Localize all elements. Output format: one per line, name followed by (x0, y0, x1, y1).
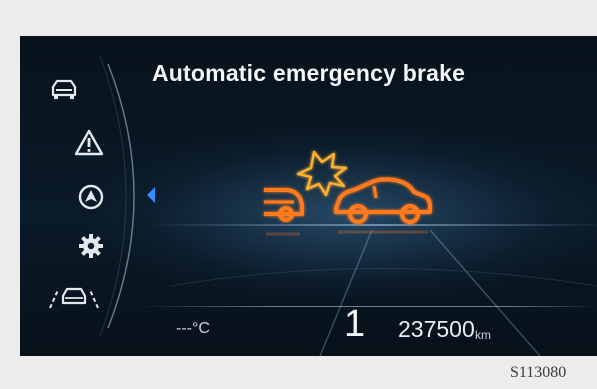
odometer-unit: km (475, 328, 491, 342)
own-car-rear-icon (264, 188, 304, 222)
settings-gear-icon[interactable] (78, 233, 104, 259)
navigation-icon[interactable] (78, 184, 104, 210)
odometer-value: 237500 (398, 316, 475, 342)
figure-code: S113080 (510, 364, 567, 381)
warning-icon[interactable] (74, 128, 104, 156)
collision-warning-graphic (264, 150, 432, 236)
selection-caret-icon (147, 187, 155, 203)
screenshot-page: Automatic emergency brake ---°C 1 237500… (0, 0, 597, 389)
impact-star-icon (296, 150, 348, 197)
gear-indicator: 1 (344, 303, 366, 345)
outside-temperature: ---°C (176, 320, 210, 337)
status-divider (140, 306, 597, 307)
car-icon[interactable] (50, 78, 78, 100)
vehicle-ahead-icon (334, 177, 432, 224)
status-bar (20, 306, 597, 356)
alert-title: Automatic emergency brake (152, 60, 466, 86)
